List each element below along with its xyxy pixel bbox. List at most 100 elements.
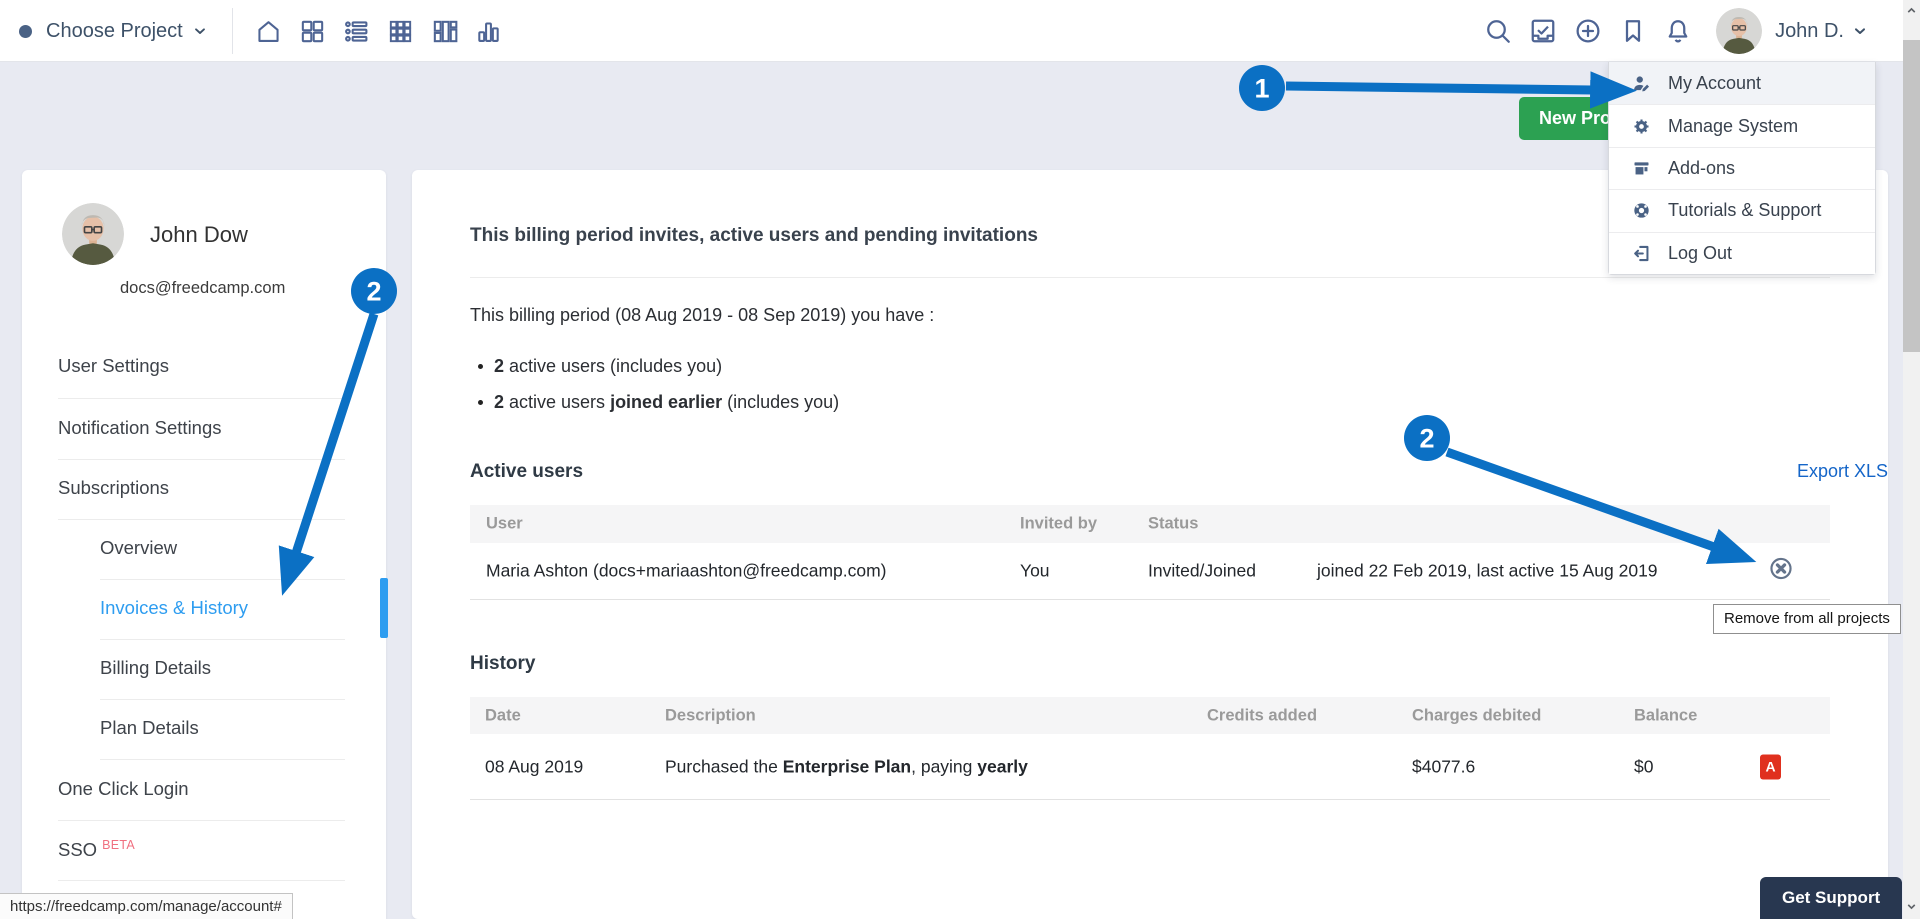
life-buoy-icon [1631,200,1652,221]
sidebar-divider [58,398,345,399]
notifications-bell-icon[interactable] [1663,16,1693,46]
user-avatar[interactable] [1716,8,1762,54]
sidebar-item-billing-details[interactable]: Billing Details [100,657,211,679]
sidebar-divider [100,579,345,580]
billing-content-card: This billing period invites, active user… [412,170,1888,919]
active-item-indicator [380,578,388,638]
task-list-icon[interactable] [342,17,371,46]
menu-item-label: Tutorials & Support [1668,200,1821,221]
invited-by-cell: You [1020,561,1050,582]
sidebar-item-one-click-login[interactable]: One Click Login [58,778,189,800]
charges-cell: $4077.6 [1412,756,1475,777]
history-table-header: Date Description Credits added Charges d… [470,697,1830,734]
sidebar-divider [58,820,345,821]
get-support-button[interactable]: Get Support [1760,877,1902,919]
freedcamp-account-page: Choose Project [0,0,1920,919]
active-users-bullet: 2 active users (includes you) [470,356,1830,377]
joined-dates-cell: joined 22 Feb 2019, last active 15 Aug 2… [1317,561,1658,582]
apps-grid-icon[interactable] [386,17,415,46]
bookmark-icon[interactable] [1618,16,1648,46]
col-header-user: User [486,515,523,534]
add-plus-icon[interactable] [1573,16,1603,46]
sidebar-divider [100,699,345,700]
history-row: 08 Aug 2019 Purchased the Enterprise Pla… [470,734,1830,800]
sso-label: SSO [58,839,97,860]
col-header-balance: Balance [1634,706,1697,725]
menu-item-label: Log Out [1668,243,1732,264]
col-header-credits-added: Credits added [1207,706,1317,725]
heading-divider [470,277,1830,278]
dashboard-grid-icon[interactable] [298,17,327,46]
step1-arrow [1286,86,1592,90]
step1-badge [1239,65,1285,111]
home-icon[interactable] [254,17,283,46]
description-text: , paying [911,756,977,776]
active-users-title: Active users [470,461,1830,483]
col-header-invited-by: Invited by [1020,515,1097,534]
sidebar-item-notification-settings[interactable]: Notification Settings [58,417,222,439]
menu-item-manage-system[interactable]: Manage System [1609,104,1875,146]
col-header-date: Date [485,706,521,725]
plan-name: Enterprise Plan [783,756,911,776]
sidebar-divider [100,639,345,640]
remove-user-icon[interactable] [1768,556,1794,582]
sidebar-user-name: John Dow [150,222,248,248]
search-icon[interactable] [1483,16,1513,46]
gear-icon [1631,116,1652,137]
logout-icon [1631,243,1652,264]
scrollbar-thumb[interactable] [1903,40,1920,352]
col-header-status: Status [1148,515,1198,534]
sidebar-item-subscriptions[interactable]: Subscriptions [58,477,169,499]
col-header-description: Description [665,706,756,725]
status-cell: Invited/Joined [1148,561,1256,582]
joined-earlier-bullet: 2 active users joined earlier (includes … [470,392,1830,413]
account-dropdown-menu: My Account Manage System Add-ons Tutoria… [1608,62,1876,275]
topbar-divider [232,8,233,54]
export-xls-link[interactable]: Export XLS [1797,461,1888,482]
store-icon [1631,158,1652,179]
user-menu-label: John D. [1775,20,1844,43]
description-cell: Purchased the Enterprise Plan, paying ye… [665,756,1028,777]
account-settings-sidebar: John Dow docs@freedcamp.com User Setting… [22,170,386,919]
sidebar-divider [58,519,345,520]
menu-item-add-ons[interactable]: Add-ons [1609,147,1875,189]
beta-badge: BETA [102,838,135,852]
active-users-table-header: User Invited by Status [470,505,1830,543]
sidebar-item-sso[interactable]: SSO BETA [58,838,135,861]
project-color-dot [19,25,32,38]
bullet-text: (includes you) [722,392,839,412]
choose-project-label: Choose Project [46,20,183,43]
user-menu-button[interactable]: John D. [1775,20,1868,43]
menu-item-log-out[interactable]: Log Out [1609,232,1875,274]
bullet-text: active users (includes you) [504,356,722,376]
sidebar-user-avatar [62,203,124,265]
page-scrollbar[interactable] [1903,0,1920,919]
bullet-count: 2 [494,392,504,412]
bullet-text: active users [504,392,610,412]
remove-tooltip: Remove from all projects [1713,604,1901,634]
sidebar-item-invoices-history[interactable]: Invoices & History [100,597,248,619]
menu-item-label: Manage System [1668,116,1798,137]
sidebar-user-email: docs@freedcamp.com [120,279,285,298]
menu-item-tutorials-support[interactable]: Tutorials & Support [1609,189,1875,231]
inbox-check-icon[interactable] [1528,16,1558,46]
menu-item-my-account[interactable]: My Account [1609,62,1875,104]
bar-chart-icon[interactable] [474,17,503,46]
step1-number: 1 [1254,74,1269,104]
sidebar-item-plan-details[interactable]: Plan Details [100,717,199,739]
history-title: History [470,653,1830,675]
scroll-down-arrow[interactable] [1903,898,1920,915]
menu-item-label: Add-ons [1668,158,1735,179]
pdf-invoice-icon[interactable]: A [1760,754,1781,779]
sidebar-item-overview[interactable]: Overview [100,537,177,559]
wiki-columns-icon[interactable] [430,17,459,46]
menu-item-label: My Account [1668,73,1761,94]
balance-cell: $0 [1634,756,1653,777]
scroll-up-arrow[interactable] [1903,2,1920,19]
active-user-row: Maria Ashton (docs+mariaashton@freedcamp… [470,543,1830,600]
billing-period-line: This billing period (08 Aug 2019 - 08 Se… [470,305,1830,326]
choose-project-dropdown[interactable]: Choose Project [46,20,208,43]
sidebar-item-user-settings[interactable]: User Settings [58,355,169,377]
browser-status-bar: https://freedcamp.com/manage/account# [0,893,293,919]
date-cell: 08 Aug 2019 [485,756,583,777]
